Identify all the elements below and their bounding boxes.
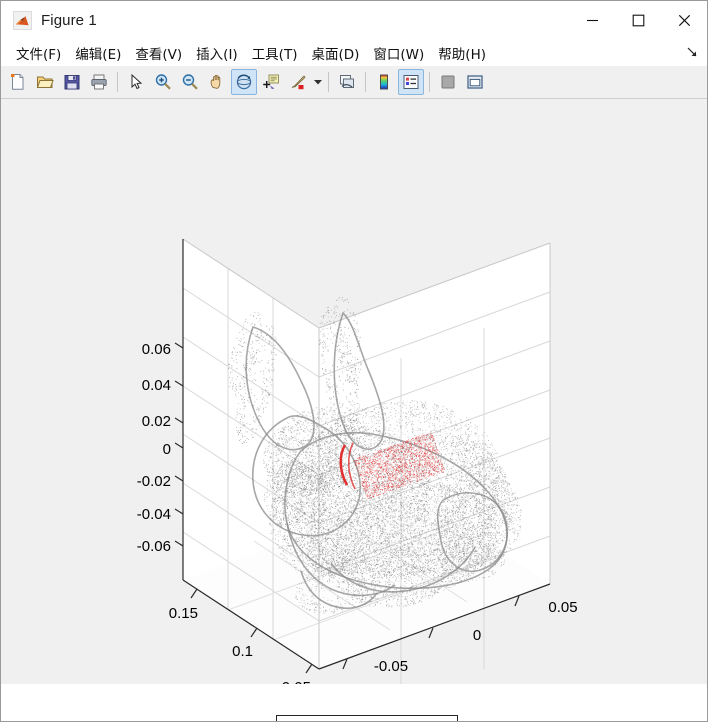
menu-desktop[interactable]: 桌面(D)	[304, 40, 366, 66]
x-tick-label: 0.1	[232, 643, 253, 660]
link-plot-button[interactable]	[334, 69, 360, 95]
figure-window: Figure 1 文件(F) 编辑(E) 查看(V) 插入(I) 工具(T) 桌…	[0, 0, 708, 722]
window-controls	[569, 1, 707, 39]
axes-3d[interactable]: 0.06 0.04 0.02 0 -0.02 -0.04 -0.06 0.15 …	[1, 99, 707, 684]
save-figure-button[interactable]	[59, 69, 85, 95]
new-figure-button[interactable]	[5, 69, 31, 95]
minimize-button[interactable]	[569, 1, 615, 39]
toolbar-separator	[429, 72, 430, 92]
edit-plot-button[interactable]	[123, 69, 149, 95]
y-tick-label: 0	[473, 627, 481, 644]
z-tick-label: -0.06	[137, 538, 171, 555]
title-bar-left: Figure 1	[1, 10, 97, 30]
zoom-out-button[interactable]	[177, 69, 203, 95]
z-tick-label: 0.06	[142, 341, 171, 358]
menu-insert[interactable]: 插入(I)	[189, 40, 245, 66]
menu-bar: 文件(F) 编辑(E) 查看(V) 插入(I) 工具(T) 桌面(D) 窗口(W…	[1, 39, 707, 66]
hide-plot-tools-button[interactable]	[435, 69, 461, 95]
toolbar-separator	[365, 72, 366, 92]
menu-file[interactable]: 文件(F)	[9, 40, 68, 66]
matlab-icon	[13, 10, 32, 30]
legend-label-point-cloud: Point Cloud	[333, 720, 403, 721]
menu-window[interactable]: 窗口(W)	[366, 40, 431, 66]
x-tick-label: 0.05	[282, 679, 311, 684]
plot-legend[interactable]: Point Cloud Points within ROI	[276, 715, 458, 721]
figure-canvas[interactable]: 0.06 0.04 0.02 0 -0.02 -0.04 -0.06 0.15 …	[1, 99, 707, 721]
zoom-in-button[interactable]	[150, 69, 176, 95]
figure-toolbar	[1, 66, 707, 99]
maximize-button[interactable]	[615, 1, 661, 39]
brush-select-button[interactable]	[285, 69, 311, 95]
pan-button[interactable]	[204, 69, 230, 95]
title-bar: Figure 1	[1, 1, 707, 39]
y-tick-label: -0.05	[374, 658, 408, 675]
window-title: Figure 1	[41, 11, 97, 29]
rotate-3d-button[interactable]	[231, 69, 257, 95]
toolbar-separator	[328, 72, 329, 92]
y-tick-label: 0.05	[548, 599, 577, 616]
show-plot-tools-button[interactable]	[462, 69, 488, 95]
z-tick-label: -0.04	[137, 506, 171, 523]
data-cursor-button[interactable]	[258, 69, 284, 95]
z-tick-label: -0.02	[137, 473, 171, 490]
toolbar-separator	[117, 72, 118, 92]
dock-arrow-icon[interactable]	[685, 45, 699, 59]
open-file-button[interactable]	[32, 69, 58, 95]
menu-view[interactable]: 查看(V)	[128, 40, 189, 66]
legend-button[interactable]	[398, 69, 424, 95]
z-tick-label: 0	[163, 441, 171, 458]
z-tick-label: 0.02	[142, 413, 171, 430]
menu-tools[interactable]: 工具(T)	[245, 40, 305, 66]
brush-dropdown-arrow-icon[interactable]	[312, 69, 323, 95]
menu-edit[interactable]: 编辑(E)	[68, 40, 128, 66]
z-tick-label: 0.04	[142, 377, 171, 394]
colorbar-button[interactable]	[371, 69, 397, 95]
print-figure-button[interactable]	[86, 69, 112, 95]
legend-entry-point-cloud: Point Cloud	[277, 718, 457, 721]
x-tick-label: 0.15	[169, 605, 198, 622]
menu-help[interactable]: 帮助(H)	[431, 40, 493, 66]
close-button[interactable]	[661, 1, 707, 39]
